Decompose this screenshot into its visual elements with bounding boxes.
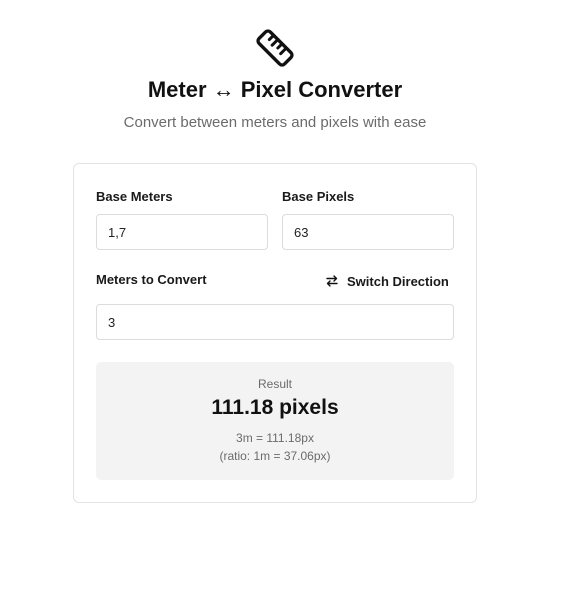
base-pixels-label: Base Pixels [282, 189, 355, 204]
converter-card: Base Meters Base Pixels Meters to Conver… [73, 163, 477, 503]
switch-direction-label: Switch Direction [347, 273, 449, 289]
swap-arrows-icon [326, 275, 338, 287]
result-ratio: (ratio: 1m = 37.06px) [219, 449, 331, 463]
result-label: Result [257, 377, 292, 391]
base-pixels-input[interactable] [282, 214, 454, 250]
result-panel: Result 111.18 pixels 3m = 111.18px (rati… [96, 362, 454, 480]
result-equation: 3m = 111.18px [236, 431, 314, 445]
result-value: 111.18 pixels [211, 396, 339, 419]
ruler-icon [256, 29, 294, 67]
meters-to-convert-label: Meters to Convert [96, 272, 207, 287]
page-subtitle: Convert between meters and pixels with e… [123, 114, 427, 131]
page-title: Meter ↔ Pixel Converter [147, 77, 403, 102]
meters-to-convert-input[interactable] [96, 304, 454, 340]
switch-direction-button[interactable]: Switch Direction [323, 270, 451, 292]
base-meters-input[interactable] [96, 214, 268, 250]
converter-page: Meter ↔ Pixel Converter Convert between … [0, 0, 584, 589]
base-meters-label: Base Meters [96, 189, 173, 204]
